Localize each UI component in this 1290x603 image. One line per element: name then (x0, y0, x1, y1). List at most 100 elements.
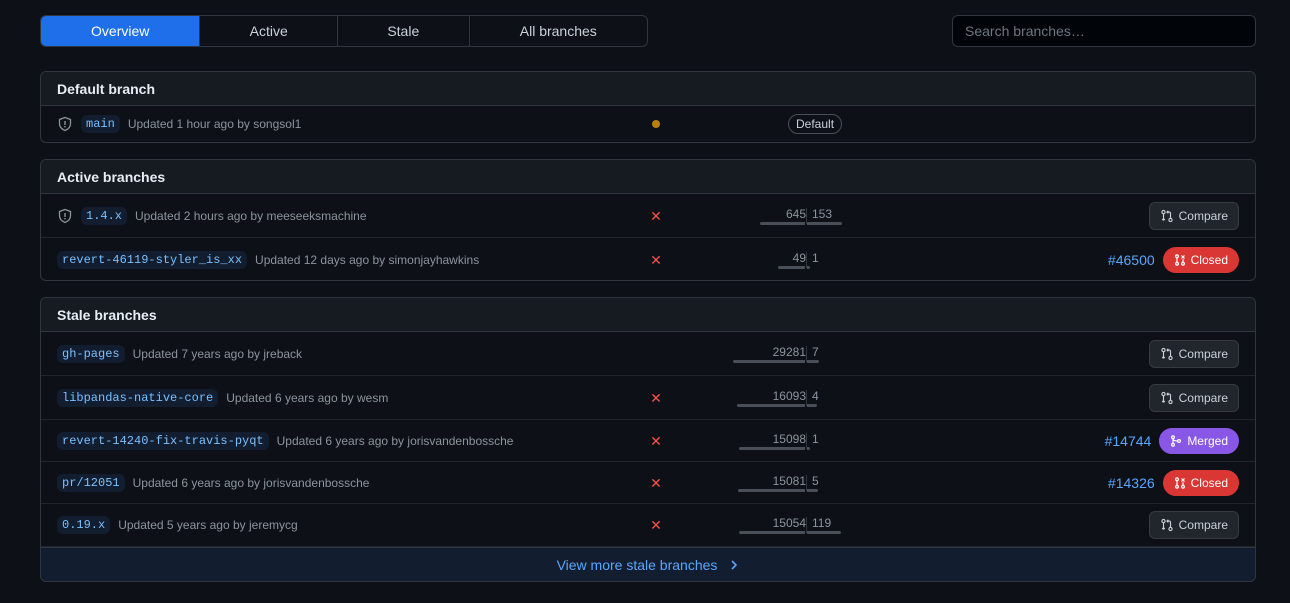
branch-name[interactable]: 0.19.x (57, 516, 111, 534)
behind-bar (738, 488, 805, 492)
ahead-bar (807, 446, 810, 450)
view-more-stale-branches-link[interactable]: View more stale branches (41, 547, 1255, 581)
behind-bar (733, 359, 805, 363)
compare-button[interactable]: Compare (1148, 201, 1239, 230)
ahead-bar (807, 359, 819, 363)
closed-pr-button[interactable]: Closed (1162, 246, 1239, 273)
pr-closed-icon (1174, 253, 1185, 266)
ahead-count: 1 (812, 431, 819, 446)
author-link[interactable]: simonjayhawkins (388, 253, 479, 267)
check-status[interactable]: ✕ (650, 518, 662, 532)
active-branches-box: Active branches 1.4.x Updated 2 hours ag… (40, 159, 1256, 281)
behind-bar (737, 403, 805, 407)
author-link[interactable]: jreback (263, 347, 302, 361)
chevron-right-icon (731, 559, 738, 570)
branch-row: libpandas-native-core Updated 6 years ag… (41, 376, 1255, 420)
section-title: Stale branches (41, 298, 1255, 332)
branch-row: 0.19.x Updated 5 years ago by jeremycg ✕… (41, 504, 1255, 547)
ahead-behind: 29281 7 (731, 332, 931, 375)
branch-row: revert-46119-styler_is_xx Updated 12 day… (41, 238, 1255, 280)
search-branches-input[interactable] (952, 15, 1256, 47)
ahead-behind: 16093 4 (731, 376, 931, 419)
section-title: Default branch (41, 72, 1255, 106)
ahead-bar (807, 531, 841, 534)
ahead-behind: 15098 1 (731, 420, 931, 461)
author-link[interactable]: meeseeksmachine (266, 209, 366, 223)
branch-name[interactable]: main (81, 115, 120, 133)
tab-all-branches[interactable]: All branches (470, 16, 647, 46)
updated-text: Updated 12 days ago by simonjayhawkins (255, 252, 480, 267)
check-status[interactable] (650, 118, 662, 130)
behind-bar (739, 446, 805, 450)
stale-branches-box: Stale branches gh-pages Updated 7 years … (40, 297, 1256, 582)
behind-count: 15054 (772, 516, 806, 530)
closed-pr-button[interactable]: Closed (1162, 469, 1239, 496)
behind-bar (778, 265, 805, 269)
pr-merged-icon (1171, 434, 1182, 447)
shield-icon (57, 208, 73, 224)
ahead-bar (807, 403, 817, 407)
x-icon: ✕ (650, 432, 662, 449)
check-status[interactable]: ✕ (650, 251, 662, 268)
ahead-behind: 645 153 (731, 194, 931, 237)
branch-name[interactable]: pr/12051 (57, 473, 125, 492)
author-link[interactable]: jeremycg (249, 518, 298, 532)
x-icon: ✕ (650, 207, 662, 224)
branch-name[interactable]: 1.4.x (81, 206, 128, 225)
branch-name[interactable]: libpandas-native-core (57, 388, 219, 407)
behind-bar (760, 221, 805, 225)
pull-request-link[interactable]: #14326 (1108, 475, 1155, 491)
author-link[interactable]: songsol1 (253, 117, 301, 131)
updated-text: Updated 1 hour ago by songsol1 (127, 117, 302, 131)
author-link[interactable]: wesm (357, 391, 388, 405)
check-status[interactable]: ✕ (650, 474, 662, 491)
check-status[interactable]: ✕ (650, 207, 662, 224)
behind-count: 645 (785, 206, 806, 221)
behind-count: 15098 (772, 431, 806, 446)
ahead-behind: 49 1 (731, 238, 931, 280)
branch-row: pr/12051 Updated 6 years ago by jorisvan… (41, 462, 1255, 504)
branch-row: main Updated 1 hour ago by songsol1 Defa… (41, 106, 1255, 142)
ahead-bar (807, 488, 818, 492)
tab-stale[interactable]: Stale (338, 16, 470, 46)
merged-pr-button[interactable]: Merged (1159, 427, 1239, 454)
view-more-label: View more stale branches (556, 556, 718, 573)
updated-text: Updated 2 hours ago by meeseeksmachine (135, 208, 367, 223)
section-title: Active branches (41, 160, 1255, 194)
compare-button[interactable]: Compare (1148, 383, 1239, 412)
pull-request-link[interactable]: #14744 (1105, 433, 1152, 449)
branch-name[interactable]: revert-46119-styler_is_xx (57, 250, 248, 269)
compare-icon (1160, 347, 1173, 360)
updated-text: Updated 6 years ago by jorisvandenbossch… (276, 433, 514, 448)
updated-text: Updated 6 years ago by jorisvandenbossch… (132, 475, 370, 490)
x-icon: ✕ (650, 474, 662, 491)
ahead-count: 119 (812, 516, 832, 530)
ahead-behind: 15081 5 (731, 462, 931, 503)
pr-closed-icon (1174, 476, 1185, 489)
ahead-count: 4 (812, 388, 819, 403)
author-link[interactable]: jorisvandenbossche (263, 476, 369, 490)
pending-dot-icon (652, 120, 660, 128)
compare-icon (1160, 391, 1173, 404)
check-status[interactable]: ✕ (650, 391, 662, 405)
default-badge: Default (788, 114, 843, 134)
behind-count: 16093 (772, 388, 806, 403)
branch-name[interactable]: revert-14240-fix-travis-pyqt (57, 431, 269, 450)
check-status[interactable]: ✕ (650, 432, 662, 449)
ahead-behind: 15054 119 (731, 504, 931, 546)
compare-button[interactable]: Compare (1148, 339, 1239, 368)
author-link[interactable]: jorisvandenbossche (407, 434, 513, 448)
shield-icon (57, 116, 73, 132)
ahead-count: 7 (812, 344, 819, 359)
branch-name[interactable]: gh-pages (57, 344, 125, 363)
branch-filter-tabs: Overview Active Stale All branches (40, 15, 648, 47)
behind-count: 49 (792, 250, 806, 265)
tab-active[interactable]: Active (200, 16, 339, 46)
behind-count: 15081 (772, 473, 806, 488)
updated-text: Updated 7 years ago by jreback (132, 346, 303, 361)
x-icon: ✕ (650, 251, 662, 268)
compare-button[interactable]: Compare (1148, 511, 1239, 539)
tab-overview[interactable]: Overview (41, 16, 201, 46)
pull-request-link[interactable]: #46500 (1108, 252, 1155, 268)
ahead-bar (807, 221, 842, 225)
